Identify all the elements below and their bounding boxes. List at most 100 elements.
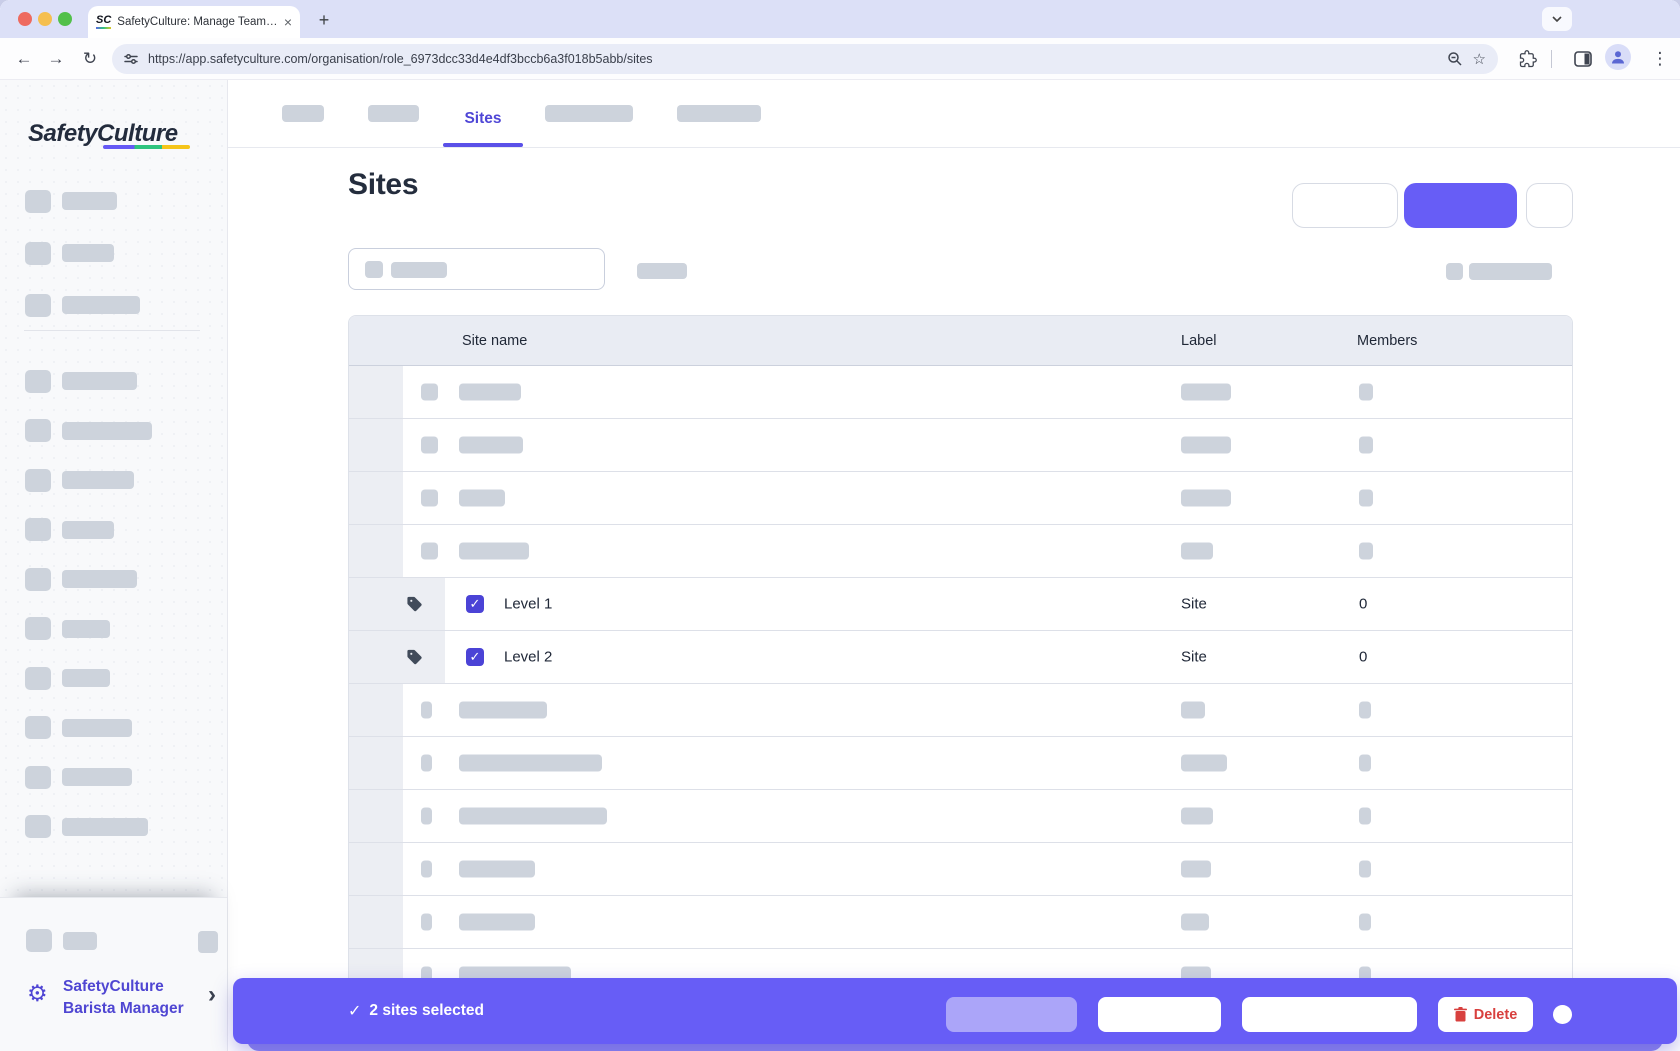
menu-icon-placeholder: [25, 370, 51, 393]
browser-menu-icon[interactable]: ⋮: [1646, 45, 1674, 73]
members-placeholder: [1359, 437, 1373, 454]
site-info-icon[interactable]: [124, 53, 138, 65]
members-placeholder: [1359, 490, 1373, 507]
sidebar-item-skeleton[interactable]: [25, 715, 132, 741]
row-indent-gutter: [349, 472, 403, 524]
column-header-members: Members: [1357, 316, 1417, 366]
footer-skeleton-item[interactable]: [26, 929, 97, 952]
window-close-button[interactable]: [18, 12, 32, 26]
tab-skeleton[interactable]: [368, 105, 419, 122]
header-more-button[interactable]: [1526, 183, 1573, 228]
header-secondary-button[interactable]: [1292, 183, 1398, 228]
menu-icon-placeholder: [25, 667, 51, 690]
menu-icon-placeholder: [25, 469, 51, 492]
chevron-right-icon[interactable]: ›: [208, 983, 216, 1007]
browser-tab[interactable]: SC SafetyCulture: Manage Teams and... ×: [88, 6, 300, 38]
menu-icon-placeholder: [25, 242, 51, 265]
browser-tab-strip: SC SafetyCulture: Manage Teams and... × …: [0, 0, 1680, 38]
selection-bar-circle-button[interactable]: [1553, 1005, 1572, 1024]
tag-icon: [406, 649, 423, 666]
sidebar-item-skeleton[interactable]: [25, 665, 110, 691]
gear-icon[interactable]: ⚙: [27, 982, 48, 1005]
menu-label-placeholder: [62, 570, 137, 588]
checkbox-placeholder: [421, 384, 438, 401]
menu-label-placeholder: [62, 620, 110, 638]
row-checkbox[interactable]: ✓: [466, 648, 484, 666]
checkbox-placeholder: [421, 808, 432, 825]
members-placeholder: [1359, 384, 1373, 401]
tab-sites[interactable]: Sites: [443, 110, 523, 128]
row-checkbox[interactable]: ✓: [466, 595, 484, 613]
logo-gradient-bar: [103, 145, 190, 149]
tab-skeleton[interactable]: [282, 105, 324, 122]
window-zoom-button[interactable]: [58, 12, 72, 26]
table-row-skeleton[interactable]: [349, 525, 1572, 578]
row-indent-gutter: [349, 419, 403, 471]
organisation-switcher[interactable]: ⚙ SafetyCulture Barista Manager ›: [0, 970, 227, 1040]
menu-label-placeholder: [62, 372, 137, 390]
sidebar-item-skeleton[interactable]: [25, 814, 148, 840]
new-tab-button[interactable]: +: [312, 8, 336, 32]
checkbox-placeholder: [421, 755, 432, 772]
tab-skeleton[interactable]: [677, 105, 761, 122]
extensions-icon[interactable]: [1514, 45, 1542, 73]
tab-search-button[interactable]: [1542, 7, 1572, 31]
tab-skeleton[interactable]: [545, 105, 633, 122]
table-row-skeleton[interactable]: [349, 366, 1572, 419]
bookmark-star-icon[interactable]: ☆: [1473, 50, 1486, 68]
tag-icon: [406, 596, 423, 613]
table-row-skeleton[interactable]: [349, 472, 1572, 525]
sidebar-item-skeleton[interactable]: [25, 240, 114, 266]
reload-button[interactable]: ↻: [76, 45, 104, 73]
members-placeholder: [1359, 702, 1371, 719]
sidebar-item-skeleton[interactable]: [25, 566, 137, 592]
check-icon: ✓: [348, 1001, 361, 1021]
sidebar-item-skeleton[interactable]: [25, 517, 114, 543]
menu-icon-placeholder: [25, 518, 51, 541]
sidebar-item-skeleton[interactable]: [25, 467, 134, 493]
table-row-skeleton[interactable]: [349, 737, 1572, 790]
bar-action-button-1[interactable]: [1098, 997, 1221, 1032]
address-bar[interactable]: https://app.safetyculture.com/organisati…: [112, 44, 1498, 74]
site-name-placeholder: [459, 384, 521, 401]
table-row-skeleton[interactable]: [349, 790, 1572, 843]
site-name-placeholder: [459, 543, 529, 560]
table-row-skeleton[interactable]: [349, 419, 1572, 472]
side-panel-icon[interactable]: [1569, 45, 1597, 73]
delete-button[interactable]: Delete: [1438, 997, 1533, 1032]
sidebar-item-skeleton[interactable]: [25, 418, 152, 444]
members-placeholder: [1359, 914, 1371, 931]
profile-avatar[interactable]: [1605, 44, 1631, 70]
menu-icon-placeholder: [25, 617, 51, 640]
bar-action-button-2[interactable]: [1242, 997, 1417, 1032]
menu-icon-placeholder: [25, 190, 51, 213]
table-row-skeleton[interactable]: [349, 896, 1572, 949]
tab-close-icon[interactable]: ×: [284, 15, 292, 29]
site-label: Site: [1181, 596, 1207, 613]
sidebar-item-skeleton[interactable]: [25, 292, 140, 318]
zoom-icon[interactable]: [1447, 51, 1463, 67]
table-row-skeleton[interactable]: [349, 843, 1572, 896]
table-row-skeleton[interactable]: [349, 684, 1572, 737]
site-row[interactable]: ✓Level 2Site0: [349, 631, 1572, 684]
forward-button[interactable]: →: [42, 45, 70, 73]
label-placeholder: [1181, 384, 1231, 401]
sidebar-item-skeleton[interactable]: [25, 764, 132, 790]
menu-icon-placeholder: [25, 766, 51, 789]
site-name-placeholder: [459, 755, 602, 772]
chevron-down-icon: [1552, 16, 1562, 22]
sidebar-item-skeleton[interactable]: [25, 616, 110, 642]
search-input[interactable]: [348, 248, 605, 290]
tab-title: SafetyCulture: Manage Teams and...: [117, 16, 278, 28]
back-button[interactable]: ←: [10, 45, 38, 73]
sidebar-item-skeleton[interactable]: [25, 188, 117, 214]
sidebar-item-skeleton[interactable]: [25, 368, 137, 394]
menu-label-placeholder: [62, 719, 132, 737]
bar-action-placeholder-button[interactable]: [946, 997, 1077, 1032]
site-name-placeholder: [459, 914, 535, 931]
site-row[interactable]: ✓Level 1Site0: [349, 578, 1572, 631]
header-primary-button[interactable]: [1404, 183, 1517, 228]
row-indent-gutter: [349, 578, 445, 630]
window-minimize-button[interactable]: [38, 12, 52, 26]
label-placeholder: [1181, 755, 1227, 772]
